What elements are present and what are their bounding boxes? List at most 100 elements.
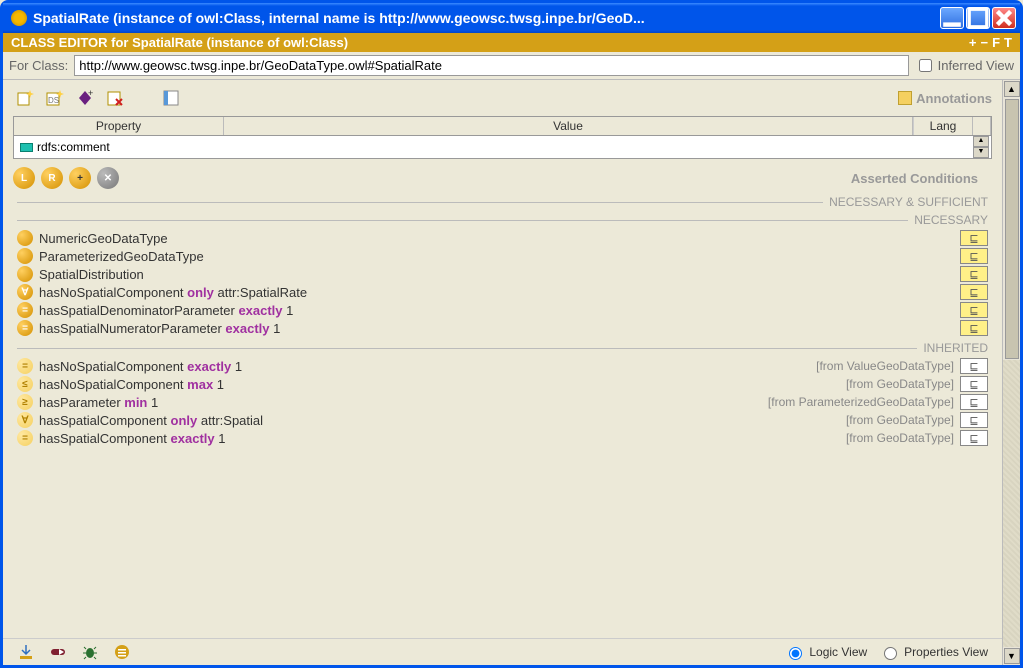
note-ds-sparkle-icon: DS	[45, 88, 65, 108]
maximize-button[interactable]	[966, 7, 990, 29]
annotations-section-label: Annotations	[898, 91, 992, 106]
delete-condition-button[interactable]: ✕	[97, 167, 119, 189]
new-note-button[interactable]	[13, 86, 37, 110]
inherited-condition-row[interactable]: ∀hasSpatialComponent only attr:Spatial[f…	[17, 411, 988, 429]
asserted-conditions-label: Asserted Conditions	[851, 171, 992, 186]
subset-button[interactable]: ⊑	[960, 284, 988, 300]
for-class-row: For Class: Inferred View	[3, 52, 1020, 80]
scroll-track[interactable]	[1003, 360, 1020, 647]
table-scroll-up-icon[interactable]: ▲	[973, 136, 989, 147]
properties-view-radio[interactable]: Properties View	[879, 644, 988, 660]
table-scroll-down-icon[interactable]: ▼	[973, 147, 989, 158]
sep-nec-suf: NECESSARY & SUFFICIENT	[17, 195, 988, 209]
class-icon	[17, 230, 33, 246]
annotations-row[interactable]: rdfs:comment ▲ ▼	[14, 136, 991, 158]
header-f-button[interactable]: F	[992, 35, 1000, 50]
class-icon	[17, 248, 33, 264]
add-named-class-button[interactable]: L	[13, 167, 35, 189]
scroll-thumb[interactable]	[1005, 99, 1019, 359]
col-header-property[interactable]: Property	[14, 117, 224, 135]
subset-button[interactable]: ⊑	[960, 376, 988, 392]
table-scroll[interactable]: ▲ ▼	[973, 136, 991, 158]
inferred-view-label: Inferred View	[938, 58, 1014, 73]
necessary-condition-row[interactable]: NumericGeoDataType⊑	[17, 229, 988, 247]
for-class-label: For Class:	[9, 58, 68, 73]
download-icon	[17, 643, 35, 661]
restriction-icon: =	[17, 302, 33, 318]
note-delete-icon	[105, 88, 125, 108]
new-datatype-note-button[interactable]: DS	[43, 86, 67, 110]
sep-inherited: INHERITED	[17, 341, 988, 355]
minimize-button[interactable]	[940, 7, 964, 29]
li-icon: L	[21, 173, 27, 184]
necessary-condition-row[interactable]: ParameterizedGeoDataType⊑	[17, 247, 988, 265]
inferred-view-check[interactable]: Inferred View	[915, 56, 1014, 75]
debug-button[interactable]	[81, 643, 99, 661]
subset-button[interactable]: ⊑	[960, 430, 988, 446]
for-class-input[interactable]	[74, 55, 908, 76]
close-button[interactable]	[992, 7, 1016, 29]
condition-source: [from GeoDataType]	[846, 431, 960, 445]
restriction-icon: ≥	[17, 394, 33, 410]
header-minus-button[interactable]: −	[981, 35, 989, 50]
condition-source: [from GeoDataType]	[846, 413, 960, 427]
r-icon: R	[48, 173, 55, 184]
subset-button[interactable]: ⊑	[960, 394, 988, 410]
subset-button[interactable]: ⊑	[960, 230, 988, 246]
add-expression-button[interactable]: +	[69, 167, 91, 189]
inherited-condition-row[interactable]: =hasNoSpatialComponent exactly 1[from Va…	[17, 357, 988, 375]
necessary-condition-row[interactable]: SpatialDistribution⊑	[17, 265, 988, 283]
annotations-table: Property Value Lang rdfs:comment ▲ ▼	[13, 116, 992, 159]
add-restriction-button[interactable]: R	[41, 167, 63, 189]
close-icon	[993, 7, 1015, 29]
header-t-button[interactable]: T	[1004, 35, 1012, 50]
diamond-plus-icon: +	[75, 88, 95, 108]
import-button[interactable]	[17, 643, 35, 661]
inherited-condition-row[interactable]: ≥ hasParameter min 1 [from ParameterizedGe…	[17, 393, 988, 411]
necessary-condition-row[interactable]: = hasSpatialNumeratorParameter exactly 1 ⊑	[17, 319, 988, 337]
condition-expression: hasParameter min 1	[39, 395, 158, 410]
inferred-view-checkbox[interactable]	[919, 59, 932, 72]
inherited-condition-row[interactable]: =hasSpatialComponent exactly 1[from GeoD…	[17, 429, 988, 447]
necessary-condition-row[interactable]: ∀hasNoSpatialComponent only attr:Spatial…	[17, 283, 988, 301]
restriction-icon: =	[17, 320, 33, 336]
subset-button[interactable]: ⊑	[960, 412, 988, 428]
subset-button[interactable]: ⊑	[960, 248, 988, 264]
conditions-toolbar: L R + ✕ Asserted Conditions	[3, 159, 1002, 191]
delete-icon: ✕	[104, 173, 112, 184]
delete-note-button[interactable]	[103, 86, 127, 110]
necessary-condition-row[interactable]: = hasSpatialDenominatorParameter exactly …	[17, 301, 988, 319]
view-options-button[interactable]	[159, 86, 183, 110]
titlebar: SpatialRate (instance of owl:Class, inte…	[3, 3, 1020, 33]
scroll-down-icon[interactable]: ▼	[1004, 648, 1020, 664]
vertical-scrollbar[interactable]: ▲ ▼	[1002, 80, 1020, 665]
subset-button[interactable]: ⊑	[960, 302, 988, 318]
subset-button[interactable]: ⊑	[960, 358, 988, 374]
condition-source: [from ParameterizedGeoDataType]	[768, 395, 960, 409]
condition-source: [from GeoDataType]	[846, 377, 960, 391]
restriction-icon: =	[17, 430, 33, 446]
note-sparkle-icon	[15, 88, 35, 108]
col-header-lang[interactable]: Lang	[913, 117, 973, 135]
annotation-icon	[898, 91, 912, 105]
subset-button[interactable]: ⊑	[960, 320, 988, 336]
list-button[interactable]	[113, 643, 131, 661]
annotations-header-row: Property Value Lang	[14, 117, 991, 136]
logic-view-radio[interactable]: Logic View	[784, 644, 867, 660]
condition-expression: hasSpatialNumeratorParameter exactly 1	[39, 321, 280, 336]
condition-expression: hasNoSpatialComponent exactly 1	[39, 359, 242, 374]
annotation-value-cell[interactable]	[224, 145, 913, 149]
add-property-button[interactable]: +	[73, 86, 97, 110]
condition-expression: hasSpatialDenominatorParameter exactly 1	[39, 303, 293, 318]
col-header-value[interactable]: Value	[224, 117, 913, 135]
subset-button[interactable]: ⊑	[960, 266, 988, 282]
content-pane: DS + Annotations	[3, 80, 1002, 665]
header-plus-button[interactable]: +	[969, 35, 977, 50]
navigate-button[interactable]	[49, 643, 67, 661]
view-radio-group: Logic View Properties View	[784, 644, 988, 660]
restriction-icon: ∀	[17, 412, 33, 428]
class-editor-title: CLASS EDITOR for SpatialRate (instance o…	[11, 35, 348, 50]
inherited-condition-row[interactable]: ≤hasNoSpatialComponent max 1[from GeoDat…	[17, 375, 988, 393]
columns-icon	[161, 88, 181, 108]
scroll-up-icon[interactable]: ▲	[1004, 81, 1020, 97]
